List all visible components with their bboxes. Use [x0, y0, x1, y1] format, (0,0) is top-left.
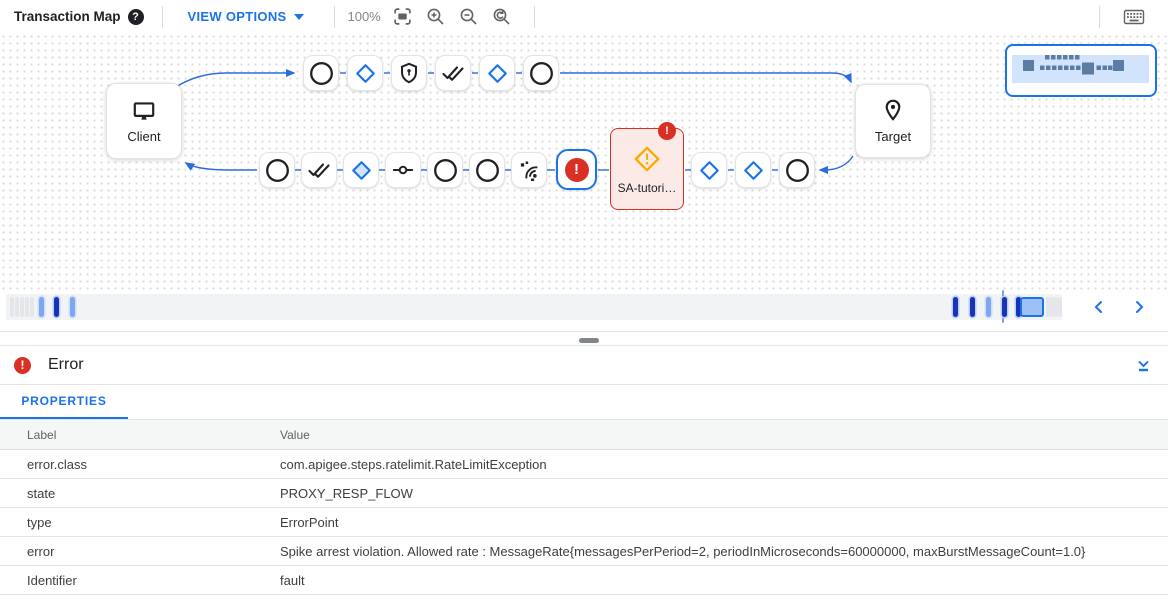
timeline-faint-tick[interactable] — [30, 297, 34, 317]
timeline-dark-tick[interactable] — [953, 297, 958, 317]
error-node-label: SA-tutori… — [618, 181, 677, 195]
circle-step-icon[interactable] — [427, 152, 463, 188]
panel-divider — [0, 331, 1168, 332]
minimap[interactable] — [1005, 44, 1157, 97]
error-policy-node[interactable]: ! SA-tutori… — [610, 128, 684, 210]
pin-icon — [880, 98, 906, 124]
table-row: statePROXY_RESP_FLOW — [0, 479, 1168, 508]
error-step-icon[interactable]: ! — [556, 149, 597, 190]
column-label: Label — [0, 428, 253, 442]
target-label: Target — [875, 129, 911, 144]
tab-properties[interactable]: PROPERTIES — [0, 385, 128, 419]
row-label: type — [0, 515, 253, 530]
timeline-dark-tick[interactable] — [54, 297, 59, 317]
row-value: Spike arrest violation. Allowed rate : M… — [253, 544, 1168, 559]
panel-resize-handle[interactable] — [579, 338, 599, 343]
target-node[interactable]: Target — [855, 84, 931, 158]
timeline-medium-tick[interactable] — [39, 297, 44, 317]
timeline-dark-tick[interactable] — [1002, 297, 1007, 317]
help-icon[interactable]: ? — [128, 9, 144, 25]
collapse-icon[interactable] — [1135, 357, 1152, 374]
shield-step-icon[interactable] — [391, 55, 427, 91]
diamond-filled-step-icon[interactable] — [343, 152, 379, 188]
client-node[interactable]: Client — [106, 83, 182, 159]
details-panel: ! Error PROPERTIES Label Value error.cla… — [0, 345, 1168, 601]
row-label: Identifier — [0, 573, 253, 588]
timeline-faint-tick[interactable] — [25, 297, 29, 317]
toolbar-separator — [334, 6, 335, 28]
diamond-step-icon[interactable] — [479, 55, 515, 91]
antenna-step-icon[interactable] — [511, 152, 547, 188]
toolbar-separator — [1099, 6, 1100, 28]
timeline-medium-tick[interactable] — [70, 297, 75, 317]
table-row: error.classcom.apigee.steps.ratelimit.Ra… — [0, 450, 1168, 479]
row-value: ErrorPoint — [253, 515, 1168, 530]
panel-header: ! Error — [0, 346, 1168, 385]
toggle-step-icon[interactable] — [385, 152, 421, 188]
transaction-timeline[interactable] — [0, 290, 1168, 323]
timeline-faint-tick[interactable] — [15, 297, 19, 317]
fit-screen-icon[interactable] — [391, 5, 415, 29]
panel-title: Error — [48, 356, 84, 374]
row-value: com.apigee.steps.ratelimit.RateLimitExce… — [253, 457, 1168, 472]
client-label: Client — [127, 129, 160, 144]
timeline-medium-tick[interactable] — [986, 297, 991, 317]
timeline-dark-tick[interactable] — [970, 297, 975, 317]
monitor-icon — [131, 98, 157, 124]
chevron-left-icon[interactable] — [1086, 294, 1112, 320]
toolbar: Transaction Map ? VIEW OPTIONS 100% — [0, 0, 1168, 34]
caret-down-icon — [294, 14, 304, 20]
zoom-in-icon[interactable] — [424, 5, 448, 29]
timeline-track[interactable] — [6, 294, 1062, 320]
row-label: state — [0, 486, 253, 501]
diamond-step-icon[interactable] — [735, 152, 771, 188]
view-options-button[interactable]: VIEW OPTIONS — [188, 9, 305, 24]
row-value: PROXY_RESP_FLOW — [253, 486, 1168, 501]
table-row: typeErrorPoint — [0, 508, 1168, 537]
circle-step-icon[interactable] — [779, 152, 815, 188]
double-check-step-icon[interactable] — [435, 55, 471, 91]
row-value: fault — [253, 573, 1168, 588]
timeline-faint-tick[interactable] — [1058, 297, 1062, 317]
toolbar-separator — [534, 6, 535, 28]
row-label: error — [0, 544, 253, 559]
page-title: Transaction Map — [14, 9, 121, 24]
column-value: Value — [253, 428, 1168, 442]
circle-step-icon[interactable] — [259, 152, 295, 188]
view-options-label: VIEW OPTIONS — [188, 9, 287, 24]
zoom-level: 100% — [347, 9, 380, 24]
diamond-step-icon[interactable] — [347, 55, 383, 91]
keyboard-icon[interactable] — [1122, 5, 1146, 29]
circle-step-icon[interactable] — [303, 55, 339, 91]
table-header: Label Value — [0, 420, 1168, 450]
timeline-selection-tick[interactable] — [1020, 297, 1044, 317]
reset-zoom-icon[interactable] — [490, 5, 514, 29]
warning-diamond-icon — [631, 143, 663, 175]
table-row: errorSpike arrest violation. Allowed rat… — [0, 537, 1168, 566]
toolbar-separator — [162, 6, 163, 28]
zoom-out-icon[interactable] — [457, 5, 481, 29]
double-check-step-icon[interactable] — [301, 152, 337, 188]
timeline-faint-tick[interactable] — [20, 297, 24, 317]
circle-step-icon[interactable] — [523, 55, 559, 91]
properties-table: error.classcom.apigee.steps.ratelimit.Ra… — [0, 450, 1168, 595]
error-badge-icon: ! — [658, 122, 676, 140]
circle-step-icon[interactable] — [469, 152, 505, 188]
table-row: Identifierfault — [0, 566, 1168, 595]
error-icon: ! — [14, 357, 31, 374]
row-label: error.class — [0, 457, 253, 472]
diamond-step-icon[interactable] — [691, 152, 727, 188]
panel-tabs: PROPERTIES — [0, 385, 1168, 420]
chevron-right-icon[interactable] — [1126, 294, 1152, 320]
minimap-preview — [1007, 46, 1155, 95]
timeline-faint-tick[interactable] — [10, 297, 14, 317]
transaction-map-canvas[interactable]: Client Target ! ! SA-tutori… — [0, 33, 1168, 290]
